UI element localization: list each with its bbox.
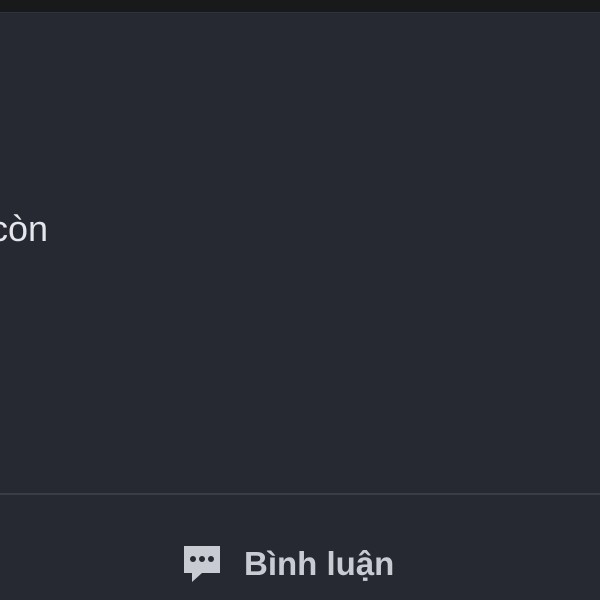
post-card: o c n còn Bình luận (0, 12, 600, 600)
post-text-line-1: o (0, 43, 1, 77)
comment-icon (180, 542, 224, 586)
post-text-line-3: n còn (0, 208, 49, 249)
comment-label: Bình luận (244, 545, 395, 582)
comment-button[interactable]: Bình luận (180, 539, 394, 589)
viewport: o c n còn Bình luận (0, 0, 600, 600)
post-action-bar: Bình luận (0, 495, 600, 600)
